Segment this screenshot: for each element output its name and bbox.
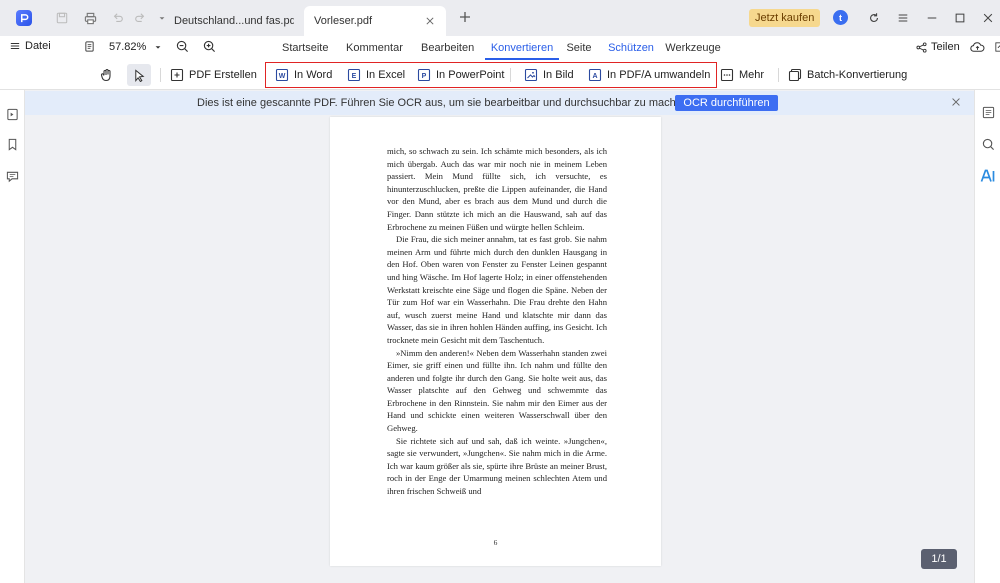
- share-label: Teilen: [931, 41, 960, 53]
- tab-konvertieren[interactable]: Konvertieren: [485, 36, 559, 60]
- tab-label: Deutschland...und fas.pdf: [174, 15, 294, 27]
- tab-bearbeiten[interactable]: Bearbeiten: [421, 36, 485, 60]
- paragraph: mich, so schwach zu sein. Ich schämte mi…: [387, 146, 607, 232]
- toolbar-divider: [160, 68, 161, 82]
- batch-convert-button[interactable]: Batch-Konvertierung: [788, 64, 907, 86]
- file-menu[interactable]: Datei: [10, 40, 51, 52]
- more-label: Mehr: [739, 69, 765, 81]
- more-button[interactable]: Mehr: [720, 64, 764, 86]
- zoom-value[interactable]: 57.82%: [109, 41, 146, 53]
- refresh-icon[interactable]: [866, 10, 882, 26]
- menu-bar: Datei 57.82% Startseite Kommentar Bearbe…: [0, 36, 1000, 60]
- zoom-in-icon[interactable]: [203, 40, 216, 53]
- ribbon-tabs: Startseite Kommentar Bearbeiten Konverti…: [282, 36, 723, 60]
- page-number: 6: [493, 538, 498, 547]
- maximize-icon[interactable]: [952, 10, 968, 26]
- share-button[interactable]: Teilen: [916, 41, 1000, 53]
- highlight-frame: [265, 62, 717, 88]
- redo-icon[interactable]: [132, 10, 148, 26]
- search-icon[interactable]: [980, 136, 996, 152]
- close-banner-icon[interactable]: [950, 96, 964, 110]
- thumbnails-icon[interactable]: [4, 106, 20, 122]
- tab-werkzeuge[interactable]: Werkzeuge: [663, 36, 723, 60]
- paragraph: »Nimm den anderen!« Neben dem Wasserhahn…: [387, 347, 607, 434]
- toolbar-divider: [778, 68, 779, 82]
- share-icon: [916, 41, 927, 53]
- paragraph: Sie richtete sich auf und sah, daß ich w…: [387, 435, 607, 497]
- hamburger-icon: [10, 43, 20, 49]
- new-tab-icon[interactable]: [458, 10, 474, 26]
- batch-convert-label: Batch-Konvertierung: [807, 69, 908, 81]
- tab-label: Vorleser.pdf: [314, 15, 373, 27]
- cloud-upload-icon[interactable]: [970, 41, 985, 53]
- tab-seite[interactable]: Seite: [559, 36, 599, 60]
- tab-deutschland[interactable]: Deutschland...und fas.pdf: [164, 6, 304, 36]
- ocr-banner: Dies ist eine gescannte PDF. Führen Sie …: [25, 91, 974, 115]
- close-window-icon[interactable]: [980, 10, 996, 26]
- print-icon[interactable]: [82, 10, 98, 26]
- document-page: mich, so schwach zu sein. Ich schämte mi…: [330, 117, 661, 566]
- left-sidebar: [0, 90, 25, 583]
- page-counter[interactable]: 1/1: [921, 549, 957, 569]
- pdf-create-icon: [170, 68, 184, 82]
- right-sidebar: [974, 90, 1000, 583]
- bookmark-icon[interactable]: [4, 136, 20, 152]
- run-ocr-button[interactable]: OCR durchführen: [675, 95, 778, 111]
- tab-kommentar[interactable]: Kommentar: [346, 36, 421, 60]
- more-icon: [720, 68, 734, 82]
- hamburger-menu-icon[interactable]: [895, 10, 911, 26]
- page-text: mich, so schwach zu sein. Ich schämte mi…: [387, 145, 607, 498]
- paragraph: Die Frau, die sich meiner annahm, tat es…: [387, 234, 607, 345]
- select-tool-button[interactable]: [127, 64, 151, 86]
- collapse-ribbon-icon[interactable]: [995, 42, 1000, 52]
- comments-icon[interactable]: [4, 168, 20, 184]
- tab-close-icon[interactable]: [424, 15, 436, 27]
- undo-icon[interactable]: [110, 10, 126, 26]
- zoom-out-icon[interactable]: [176, 40, 189, 53]
- avatar[interactable]: t: [833, 10, 848, 25]
- save-icon[interactable]: [54, 10, 70, 26]
- pdf-create-button[interactable]: PDF Erstellen: [170, 64, 257, 86]
- cursor-icon: [132, 68, 146, 82]
- hand-tool-button[interactable]: [100, 64, 114, 86]
- title-bar: Deutschland...und fas.pdf Vorleser.pdf J…: [0, 0, 1000, 36]
- page-view-icon[interactable]: [84, 41, 95, 52]
- tab-startseite[interactable]: Startseite: [282, 36, 346, 60]
- hand-icon: [100, 68, 114, 82]
- properties-icon[interactable]: [980, 104, 996, 120]
- batch-convert-icon: [788, 68, 802, 82]
- file-menu-label: Datei: [25, 40, 51, 52]
- minimize-icon[interactable]: [924, 10, 940, 26]
- buy-now-button[interactable]: Jetzt kaufen: [749, 9, 821, 27]
- zoom-controls: 57.82%: [84, 40, 216, 53]
- tab-vorleser[interactable]: Vorleser.pdf: [304, 6, 446, 36]
- pdf-create-label: PDF Erstellen: [189, 69, 257, 81]
- tab-schuetzen[interactable]: Schützen: [599, 36, 663, 60]
- ocr-message: Dies ist eine gescannte PDF. Führen Sie …: [197, 97, 692, 109]
- zoom-dropdown-icon[interactable]: [154, 43, 162, 51]
- app-logo-icon[interactable]: [16, 10, 32, 26]
- ai-assistant-icon[interactable]: [980, 168, 996, 184]
